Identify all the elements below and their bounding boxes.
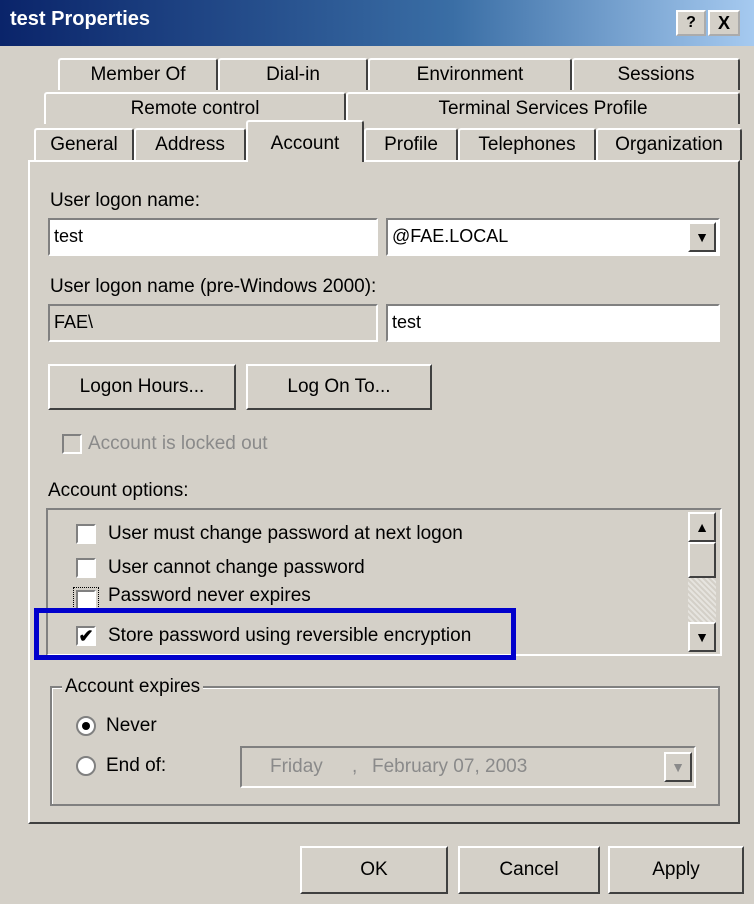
pre2000-label: User logon name (pre-Windows 2000):	[50, 276, 377, 297]
apply-button[interactable]: Apply	[608, 846, 744, 894]
scroll-down-icon[interactable]: ▼	[688, 622, 716, 652]
tab-account[interactable]: Account	[246, 120, 364, 162]
log-on-to-button[interactable]: Log On To...	[246, 364, 432, 410]
close-button[interactable]: X	[708, 10, 740, 36]
tab-organization[interactable]: Organization	[596, 128, 742, 160]
option-label-never-expires: Password never expires	[108, 587, 311, 605]
end-of-day: Friday	[270, 756, 323, 777]
tab-environment[interactable]: Environment	[368, 58, 572, 90]
pre2000-logon-input[interactable]: test	[386, 304, 720, 342]
end-of-date: February 07, 2003	[372, 756, 528, 777]
radio-end-of-label: End of:	[106, 755, 167, 776]
scroll-thumb[interactable]	[688, 542, 716, 578]
logon-name-input[interactable]: test	[48, 218, 378, 256]
account-expires-label: Account expires	[62, 676, 204, 698]
help-button[interactable]: ?	[676, 10, 706, 36]
pre2000-domain-field: FAE\	[48, 304, 378, 342]
logon-hours-button[interactable]: Logon Hours...	[48, 364, 236, 410]
domain-dropdown-arrow-icon[interactable]: ▼	[688, 222, 716, 252]
scroll-up-icon[interactable]: ▲	[688, 512, 716, 542]
option-checkbox-must-change[interactable]	[76, 524, 96, 544]
option-label-never-expires-clip: Password never expires	[108, 587, 408, 605]
domain-select-value: @FAE.LOCAL	[392, 226, 509, 246]
tab-sessions[interactable]: Sessions	[572, 58, 740, 90]
tab-terminal-services-profile[interactable]: Terminal Services Profile	[346, 92, 740, 124]
domain-select[interactable]: @FAE.LOCAL	[386, 218, 720, 256]
tab-profile[interactable]: Profile	[364, 128, 458, 160]
locked-out-checkbox	[62, 434, 82, 454]
tab-address[interactable]: Address	[134, 128, 246, 160]
logon-name-label: User logon name:	[50, 190, 200, 211]
end-of-separator: ,	[352, 756, 358, 777]
locked-out-label: Account is locked out	[88, 433, 268, 454]
highlight-box	[34, 608, 516, 660]
radio-end-of[interactable]	[76, 756, 96, 776]
tab-member-of[interactable]: Member Of	[58, 58, 218, 90]
ok-button[interactable]: OK	[300, 846, 448, 894]
window-title: test Properties	[10, 8, 151, 30]
tab-general[interactable]: General	[34, 128, 134, 160]
tab-telephones[interactable]: Telephones	[458, 128, 596, 160]
account-options-label: Account options:	[48, 480, 189, 501]
cancel-button[interactable]: Cancel	[458, 846, 600, 894]
option-checkbox-never-expires[interactable]	[73, 587, 99, 613]
date-dropdown-arrow-icon: ▼	[664, 752, 692, 782]
option-label-cannot-change: User cannot change password	[108, 557, 365, 578]
option-label-must-change: User must change password at next logon	[108, 523, 463, 544]
option-checkbox-cannot-change[interactable]	[76, 558, 96, 578]
tab-dial-in[interactable]: Dial-in	[218, 58, 368, 90]
radio-never-label: Never	[106, 715, 157, 736]
radio-never[interactable]	[76, 716, 96, 736]
